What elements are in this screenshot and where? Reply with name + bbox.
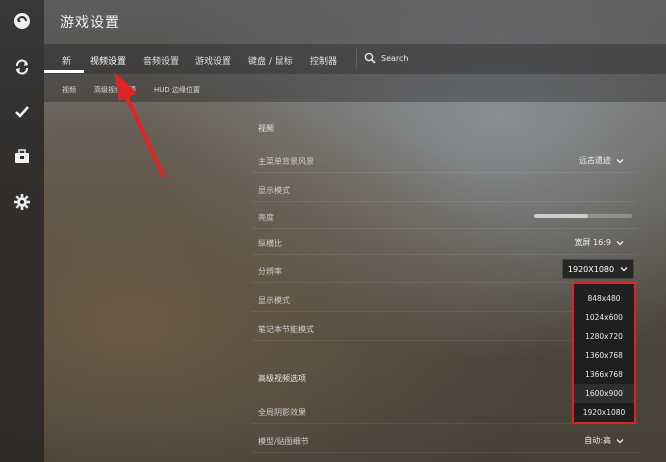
- annotation-arrow: [114, 72, 165, 178]
